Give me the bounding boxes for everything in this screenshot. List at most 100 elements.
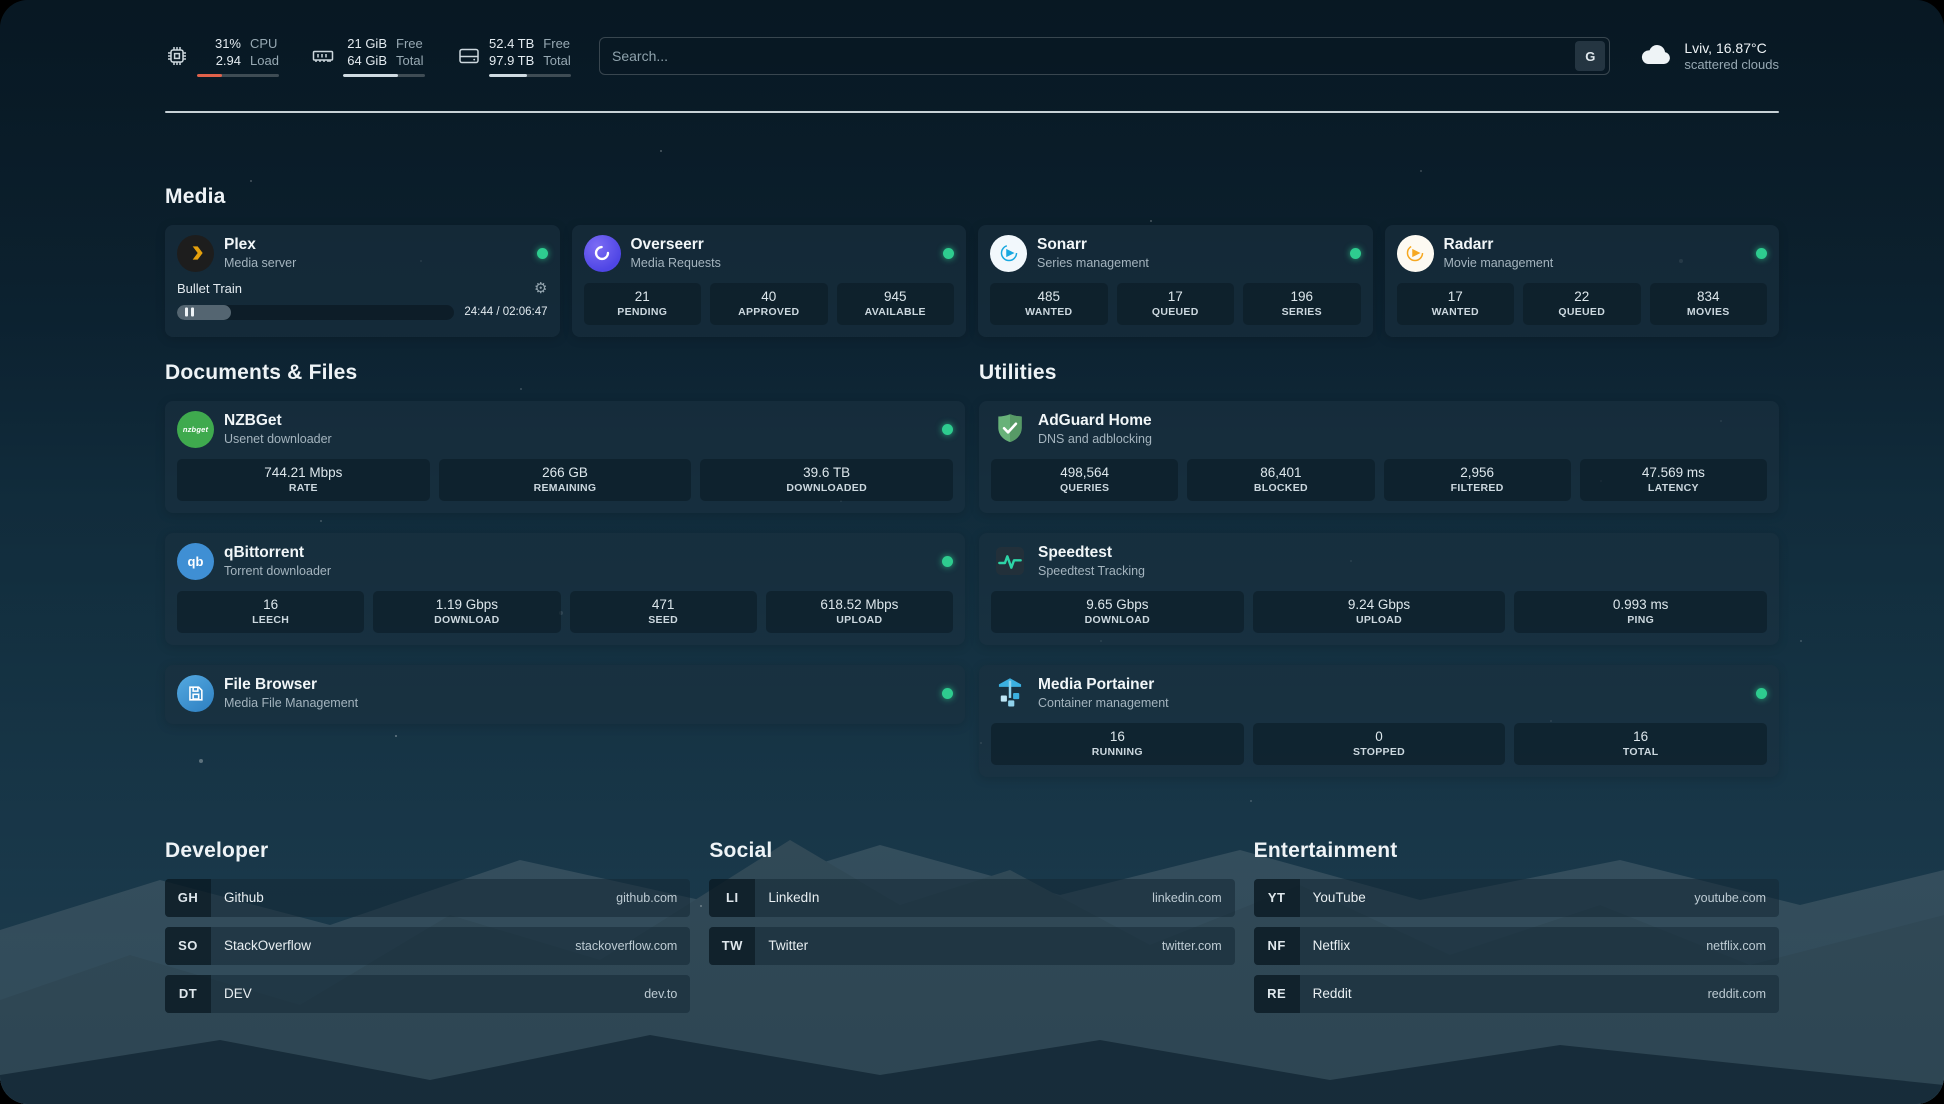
service-name: Media Portainer (1038, 676, 1169, 694)
disk-usage-bar (489, 74, 571, 77)
service-name: AdGuard Home (1038, 412, 1152, 430)
bookmark-group-developer: Developer GH Github github.com SO StackO… (165, 839, 690, 1013)
bookmark-youtube[interactable]: YT YouTube youtube.com (1254, 879, 1779, 917)
service-name: Radarr (1444, 236, 1554, 254)
search-bar[interactable]: G (599, 37, 1610, 75)
service-card-qbittorrent[interactable]: qb qBittorrent Torrent downloader 16 (165, 533, 965, 645)
service-card-radarr[interactable]: Radarr Movie management 17 WANTED 22 QUE… (1385, 225, 1780, 337)
service-card-speedtest[interactable]: Speedtest Speedtest Tracking 9.65 Gbps D… (979, 533, 1779, 645)
stat-leech: 16 LEECH (177, 591, 364, 633)
bookmark-netflix[interactable]: NF Netflix netflix.com (1254, 927, 1779, 965)
memory-total-label: Total (396, 53, 423, 70)
section-title-media: Media (165, 185, 1779, 209)
section-media: Media Plex Media server (165, 185, 1779, 337)
stat-latency: 47.569 ms LATENCY (1580, 459, 1767, 501)
weather-condition: scattered clouds (1684, 57, 1779, 72)
bookmark-reddit[interactable]: RE Reddit reddit.com (1254, 975, 1779, 1013)
section-title-entertainment: Entertainment (1254, 839, 1779, 863)
service-card-nzbget[interactable]: nzbget NZBGet Usenet downloader 744.21 M… (165, 401, 965, 513)
stat-queries: 498,564 QUERIES (991, 459, 1178, 501)
bookmark-url: netflix.com (1706, 939, 1766, 953)
service-card-adguard[interactable]: AdGuard Home DNS and adblocking 498,564 … (979, 401, 1779, 513)
stat-approved: 40 APPROVED (710, 283, 828, 325)
bookmark-dev[interactable]: DT DEV dev.to (165, 975, 690, 1013)
stat-ping: 0.993 ms PING (1514, 591, 1767, 633)
status-dot (942, 688, 953, 699)
service-name: Sonarr (1037, 236, 1149, 254)
service-subtitle: Movie management (1444, 256, 1554, 270)
bookmark-name: YouTube (1313, 890, 1366, 905)
playback-time: 24:44 / 02:06:47 (464, 306, 547, 318)
playback-progress-bar[interactable] (177, 305, 454, 320)
stat-upload: 9.24 Gbps UPLOAD (1253, 591, 1506, 633)
stat-downloaded: 39.6 TB DOWNLOADED (700, 459, 953, 501)
cpu-load: 2.94 (197, 53, 241, 70)
pause-icon[interactable] (185, 308, 194, 317)
bookmark-abbr: LI (709, 879, 755, 917)
weather-widget: Lviv, 16.87°C scattered clouds (1638, 40, 1779, 72)
stat-seed: 471 SEED (570, 591, 757, 633)
dashboard-screen: 31% 2.94 CPU Load (0, 0, 1944, 1104)
disk-free-label: Free (543, 36, 570, 53)
stat-wanted: 485 WANTED (990, 283, 1108, 325)
service-subtitle: DNS and adblocking (1038, 432, 1152, 446)
radarr-icon (1397, 235, 1434, 272)
disk-widget: 52.4 TB 97.9 TB Free Total (457, 36, 571, 77)
bookmark-url: youtube.com (1694, 891, 1766, 905)
bookmark-url: dev.to (644, 987, 677, 1001)
status-dot (1350, 248, 1361, 259)
stat-queued: 22 QUEUED (1523, 283, 1641, 325)
status-dot (942, 556, 953, 567)
bookmark-group-entertainment: Entertainment YT YouTube youtube.com NF … (1254, 839, 1779, 1013)
service-subtitle: Media File Management (224, 696, 358, 710)
stat-pending: 21 PENDING (584, 283, 702, 325)
now-playing-title: Bullet Train (177, 281, 242, 296)
search-input[interactable] (612, 48, 1575, 64)
service-card-sonarr[interactable]: Sonarr Series management 485 WANTED 17 Q… (978, 225, 1373, 337)
sonarr-icon (990, 235, 1027, 272)
service-subtitle: Torrent downloader (224, 564, 331, 578)
stat-filtered: 2,956 FILTERED (1384, 459, 1571, 501)
bookmark-group-social: Social LI LinkedIn linkedin.com TW Twitt… (709, 839, 1234, 1013)
service-name: Speedtest (1038, 544, 1145, 562)
bookmark-stackoverflow[interactable]: SO StackOverflow stackoverflow.com (165, 927, 690, 965)
service-subtitle: Speedtest Tracking (1038, 564, 1145, 578)
bookmark-url: github.com (616, 891, 677, 905)
speedtest-icon (991, 543, 1028, 580)
service-card-filebrowser[interactable]: File Browser Media File Management (165, 665, 965, 724)
disk-icon (457, 44, 481, 68)
service-card-overseerr[interactable]: Overseerr Media Requests 21 PENDING 40 A… (572, 225, 967, 337)
bookmark-url: stackoverflow.com (575, 939, 677, 953)
stat-running: 16 RUNNING (991, 723, 1244, 765)
disk-free: 52.4 TB (489, 36, 534, 53)
filebrowser-icon (177, 675, 214, 712)
stat-wanted: 17 WANTED (1397, 283, 1515, 325)
memory-total: 64 GiB (343, 53, 387, 70)
bookmark-abbr: TW (709, 927, 755, 965)
bookmark-github[interactable]: GH Github github.com (165, 879, 690, 917)
stat-upload: 618.52 Mbps UPLOAD (766, 591, 953, 633)
memory-icon (311, 44, 335, 68)
service-card-portainer[interactable]: Media Portainer Container management 16 … (979, 665, 1779, 777)
bookmark-abbr: RE (1254, 975, 1300, 1013)
service-card-plex[interactable]: Plex Media server Bullet Train ⚙ (165, 225, 560, 337)
status-dot (537, 248, 548, 259)
bookmark-abbr: SO (165, 927, 211, 965)
memory-free-label: Free (396, 36, 423, 53)
bookmark-abbr: YT (1254, 879, 1300, 917)
gear-icon[interactable]: ⚙ (534, 281, 547, 296)
section-title-utilities: Utilities (979, 361, 1779, 385)
stat-blocked: 86,401 BLOCKED (1187, 459, 1374, 501)
bookmark-name: Reddit (1313, 986, 1352, 1001)
bookmark-twitter[interactable]: TW Twitter twitter.com (709, 927, 1234, 965)
stat-movies: 834 MOVIES (1650, 283, 1768, 325)
bookmark-linkedin[interactable]: LI LinkedIn linkedin.com (709, 879, 1234, 917)
service-subtitle: Container management (1038, 696, 1169, 710)
section-title-developer: Developer (165, 839, 690, 863)
section-title-social: Social (709, 839, 1234, 863)
bookmark-abbr: DT (165, 975, 211, 1013)
search-provider-button[interactable]: G (1575, 41, 1605, 71)
stat-remaining: 266 GB REMAINING (439, 459, 692, 501)
adguard-icon (991, 411, 1028, 448)
section-utilities: Utilities (979, 361, 1779, 777)
